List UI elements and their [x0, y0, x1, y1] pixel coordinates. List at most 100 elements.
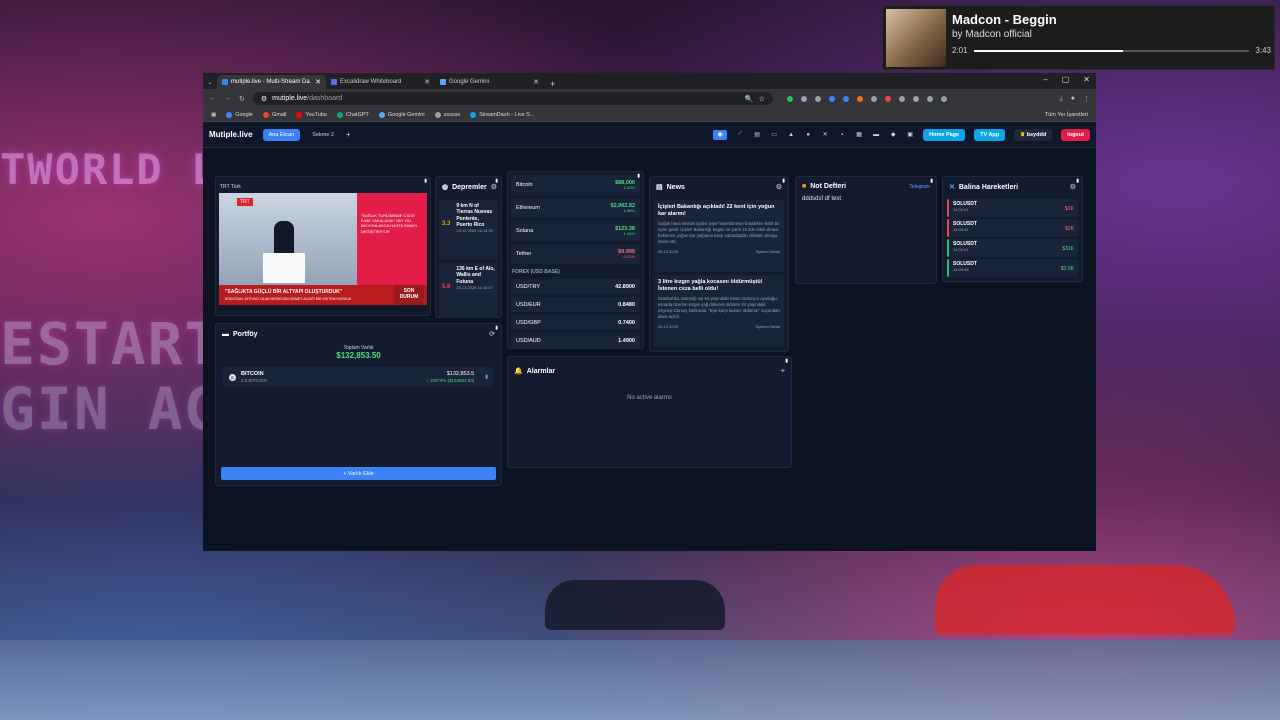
monitor-icon[interactable]: ▭ — [770, 131, 778, 139]
add-alarm-button[interactable]: + — [781, 368, 785, 375]
tv-app-button[interactable]: TV App — [974, 128, 1006, 141]
tab-sekme-2[interactable]: Sekme 2 — [306, 129, 340, 141]
browser-tab[interactable]: Excalidraw Whiteboard ✕ — [326, 75, 435, 89]
add-asset-button[interactable]: + Varlık Ekle — [221, 467, 496, 480]
star-icon[interactable]: ☆ — [759, 95, 765, 103]
whale-row[interactable]: SOLUSDT 14:09:41 $1K — [947, 199, 1078, 217]
whale-row[interactable]: SOLUSDT 14:09:41 $31K — [947, 239, 1078, 257]
site-info-icon[interactable]: ⚙ — [261, 95, 267, 103]
extension-icon[interactable] — [842, 95, 849, 102]
maximize-icon[interactable]: ▢ — [1062, 75, 1070, 84]
media-progress-bar[interactable] — [973, 49, 1250, 52]
calendar-icon[interactable]: ▦ — [855, 131, 863, 139]
minimize-icon[interactable]: – — [1043, 75, 1047, 84]
film-icon[interactable]: ▤ — [753, 131, 761, 139]
chart-icon[interactable]: ⟋ — [736, 131, 744, 139]
extension-icon[interactable] — [800, 95, 807, 102]
tab-search-icon[interactable]: ⌄ — [203, 75, 217, 89]
new-tab-button[interactable]: + — [544, 79, 561, 89]
extension-icon[interactable] — [898, 95, 905, 102]
close-tab-icon[interactable]: ✕ — [533, 78, 539, 86]
browser-tab[interactable]: Google Gemini ✕ — [435, 75, 544, 89]
extension-icon[interactable] — [786, 95, 793, 102]
extension-icon[interactable] — [870, 95, 877, 102]
add-tab-button[interactable]: + — [346, 130, 351, 139]
close-icon[interactable]: ✕ — [1083, 75, 1090, 84]
home-page-button[interactable]: Home Page — [923, 128, 966, 141]
extension-icon[interactable] — [912, 95, 919, 102]
warning-icon[interactable]: ▲ — [787, 131, 795, 139]
whale-row[interactable]: SOLUSDT 14:09:48 $2.9K — [947, 259, 1078, 277]
bookmark-item[interactable]: Google — [226, 111, 253, 118]
tab-ana-ekran[interactable]: Ana Ekran — [262, 128, 301, 141]
bookmark-item[interactable]: ssssss — [434, 111, 460, 118]
browser-tab[interactable]: mutiple.live - Multi-Stream Da ✕ — [217, 75, 326, 89]
forex-row[interactable]: USD/EUR 0.8480 — [511, 297, 640, 312]
bookmark-item[interactable]: StreamDash - Live S... — [470, 111, 534, 118]
pin-icon[interactable]: ▮ — [785, 358, 788, 364]
bookmark-item[interactable]: YouTube — [296, 111, 327, 118]
note-icon[interactable]: ▪ — [838, 131, 846, 139]
extension-icon[interactable] — [940, 95, 947, 102]
extension-icon[interactable] — [884, 95, 891, 102]
extension-icon[interactable] — [814, 95, 821, 102]
delete-icon[interactable]: ▮ — [485, 374, 488, 380]
settings-icon[interactable]: ⚙ — [1070, 183, 1076, 191]
user-button[interactable]: ♛ bsyddd — [1014, 128, 1053, 141]
extension-icon[interactable] — [828, 95, 835, 102]
crypto-row[interactable]: Bitcoin $88,000 1.53% — [511, 175, 640, 195]
crypto-row[interactable]: Tether $0.999 -0.01% — [511, 244, 640, 264]
app-logo[interactable]: Mutiple.live — [209, 130, 253, 139]
whale-row[interactable]: SOLUSDT 14:09:41 $2K — [947, 219, 1078, 237]
asset-row[interactable]: ₿ BITCOIN 1.5 BITCOIN $132,853.5 ↑ 10073% … — [223, 367, 494, 387]
pin-icon[interactable]: ▮ — [1076, 178, 1079, 184]
forward-icon[interactable]: → — [224, 95, 231, 102]
bell-icon[interactable]: ◆ — [889, 131, 897, 139]
close-tab-icon[interactable]: ✕ — [424, 78, 430, 86]
close-tab-icon[interactable]: ✕ — [315, 78, 321, 86]
back-icon[interactable]: ← — [209, 95, 216, 102]
download-icon[interactable]: ⤓ — [1060, 95, 1063, 103]
news-item[interactable]: 3 litre kızgın yağla kocasını öldürmüştü… — [654, 275, 784, 347]
profile-icon[interactable]: ● — [1071, 95, 1075, 102]
forex-row[interactable]: USD/AUD 1.4900 — [511, 333, 640, 348]
bookmark-item[interactable]: ChatGPT — [336, 111, 369, 118]
settings-icon[interactable]: ⚙ — [776, 183, 782, 191]
pin-icon[interactable]: ▮ — [424, 178, 427, 184]
crypto-row[interactable]: Solana $123.38 1.44% — [511, 221, 640, 241]
bookmark-item[interactable]: Gmail — [262, 111, 286, 118]
extension-icon[interactable] — [926, 95, 933, 102]
forex-row[interactable]: USD/GBP 0.7400 — [511, 315, 640, 330]
media-notification[interactable]: Madcon - Beggin by Madcon official 2:01 … — [882, 5, 1275, 70]
menu-icon[interactable]: ⋮ — [1083, 95, 1090, 103]
pin-icon[interactable]: ▮ — [637, 173, 640, 179]
pin-icon[interactable]: ▮ — [495, 178, 498, 184]
address-bar[interactable]: ⚙ mutiple.live/dashboard 🔍 ☆ — [252, 92, 773, 105]
quake-item[interactable]: 3.3 9 km N of Tierras Nuevas Poniente, Pu… — [439, 200, 498, 260]
apps-icon[interactable]: ▦ — [211, 112, 216, 118]
forex-row[interactable]: USD/TRY 42.8900 — [511, 279, 640, 294]
refresh-icon[interactable]: ⟳ — [489, 330, 495, 338]
video-player[interactable]: TRT "SAĞLIK TURİZMİNDE CİDDİ İVME YAKALA… — [219, 193, 427, 311]
pin-icon[interactable]: ▮ — [495, 325, 498, 331]
extension-icon[interactable] — [856, 95, 863, 102]
notes-textarea[interactable]: dddsdsf df test — [796, 196, 936, 202]
settings-icon[interactable]: ⚙ — [491, 183, 497, 191]
all-bookmarks[interactable]: Tüm Yer İşaretleri — [1045, 112, 1088, 118]
reload-icon[interactable]: ↻ — [239, 95, 245, 103]
globe-icon[interactable]: ● — [804, 131, 812, 139]
logout-button[interactable]: logout — [1061, 128, 1090, 141]
news-item[interactable]: İçişleri Bakanlığı açıkladı! 22 kent içi… — [654, 200, 784, 272]
pin-icon[interactable]: ▮ — [782, 178, 785, 184]
quake-item[interactable]: 5.8 136 km E of Alo, Wallis and Futuna 28.… — [439, 263, 498, 317]
tools-icon[interactable]: ✕ — [821, 131, 829, 139]
pin-icon[interactable]: ▮ — [930, 178, 933, 184]
whale-icon[interactable]: ▬ — [872, 131, 880, 139]
zoom-icon[interactable]: 🔍 — [745, 95, 754, 103]
tv-widget[interactable]: ▮ TRT Türk TRT "SAĞLIK TURİZMİNDE CİDDİ … — [215, 176, 431, 316]
eye-icon[interactable]: ◉ — [713, 129, 728, 140]
bookmark-item[interactable]: Google Gemini — [378, 111, 425, 118]
save-icon[interactable]: ▣ — [906, 131, 914, 139]
telegram-link[interactable]: Telegram — [909, 184, 930, 190]
crypto-row[interactable]: Ethereum $2,962.82 1.88% — [511, 198, 640, 218]
